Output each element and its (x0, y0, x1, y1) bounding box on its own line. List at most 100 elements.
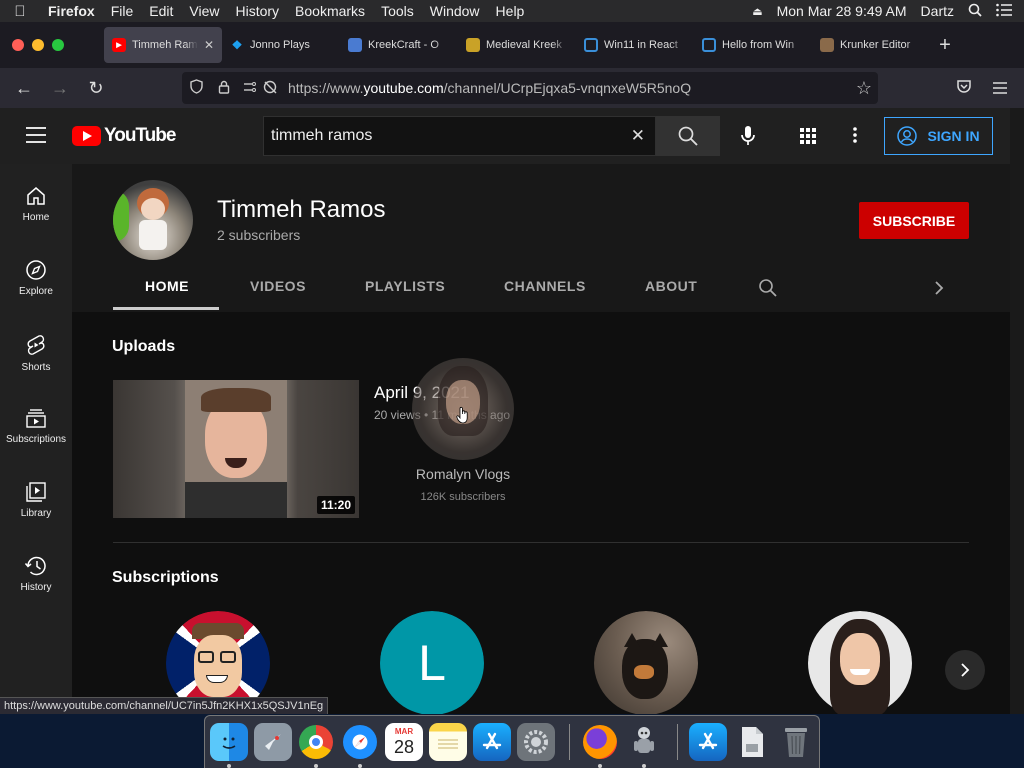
tab-title: Jonno Plays (250, 39, 310, 51)
subscription-avatar-woman[interactable] (808, 611, 912, 714)
menu-help[interactable]: Help (488, 3, 533, 19)
menu-window[interactable]: Window (422, 3, 488, 19)
sidebar-item-subscriptions[interactable]: Subscriptions (0, 408, 72, 445)
clear-search-icon[interactable]: ✕ (631, 126, 645, 146)
back-button[interactable]: ← (6, 78, 42, 99)
sidebar-item-home[interactable]: Home (0, 186, 72, 223)
tab-kreekcraft[interactable]: KreekCraft - O (340, 27, 458, 63)
menu-user[interactable]: Dartz (921, 3, 954, 19)
hover-channel-card[interactable]: Romalyn Vlogs 126K subscribers (400, 356, 526, 508)
tab-home[interactable]: HOME (145, 278, 189, 294)
reload-button[interactable]: ↻ (78, 78, 114, 99)
youtube-play-icon (72, 126, 101, 146)
safari-icon[interactable] (341, 723, 379, 761)
subscription-avatar-cat[interactable] (594, 611, 698, 714)
shield-icon[interactable] (182, 79, 210, 97)
new-tab-button[interactable]: + (930, 34, 960, 57)
subscribe-button[interactable]: SUBSCRIBE (859, 202, 969, 239)
tab-timmeh-ramos[interactable]: ▶ Timmeh Ramos - YouTube ✕ (104, 27, 222, 63)
tabs-scroll-right-icon[interactable] (934, 280, 944, 301)
notes-icon[interactable] (429, 723, 467, 761)
tab-playlists[interactable]: PLAYLISTS (365, 278, 445, 294)
subscriptions-next-button[interactable] (945, 650, 985, 690)
settings-more-icon[interactable] (853, 127, 857, 148)
permissions-icon[interactable] (238, 80, 284, 97)
window-controls (0, 39, 104, 51)
eject-icon[interactable]: ⏏ (752, 5, 762, 18)
close-tab-icon[interactable]: ✕ (204, 38, 214, 52)
calendar-icon[interactable]: MAR 28 (385, 723, 423, 761)
url-text[interactable]: https://www.youtube.com/channel/UCrpEjqx… (288, 80, 691, 96)
menu-clock[interactable]: Mon Mar 28 9:49 AM (777, 3, 907, 19)
firefox-icon[interactable] (581, 723, 619, 761)
app-store-icon[interactable] (473, 723, 511, 761)
chrome-icon[interactable] (297, 723, 335, 761)
lock-icon[interactable] (210, 80, 238, 97)
channel-avatar[interactable] (113, 180, 193, 260)
tab-jonno-plays[interactable]: ❖ Jonno Plays (222, 27, 340, 63)
search-input[interactable]: timmeh ramos (264, 127, 372, 145)
menu-view[interactable]: View (181, 3, 227, 19)
hamburger-menu-icon[interactable] (982, 78, 1018, 99)
sidebar-item-library[interactable]: Library (0, 482, 72, 519)
sidebar-item-explore[interactable]: Explore (0, 260, 72, 297)
youtube-icon: ▶ (112, 38, 126, 52)
section-divider (113, 542, 969, 543)
youtube-logo[interactable]: YouTube (72, 125, 176, 147)
sign-in-button[interactable]: SIGN IN (884, 117, 993, 155)
spotlight-search-icon[interactable] (968, 3, 982, 20)
apple-menu-icon[interactable]:  (0, 3, 40, 20)
channel-search-icon[interactable] (759, 279, 777, 302)
tab-krunker-editor[interactable]: Krunker Editor (812, 27, 930, 63)
downloads-folder-icon[interactable] (733, 723, 771, 761)
tab-about[interactable]: ABOUT (645, 278, 697, 294)
address-bar[interactable]: https://www.youtube.com/channel/UCrpEjqx… (182, 72, 878, 104)
tab-win11-react[interactable]: Win11 in React (576, 27, 694, 63)
trash-icon[interactable] (777, 723, 815, 761)
minimize-window-button[interactable] (32, 39, 44, 51)
video-thumbnail[interactable]: 11:20 (113, 380, 359, 518)
forward-button[interactable]: → (42, 78, 78, 99)
running-indicator (598, 764, 602, 768)
tab-videos[interactable]: VIDEOS (250, 278, 306, 294)
sidebar-label: History (20, 582, 52, 593)
menu-bookmarks[interactable]: Bookmarks (287, 3, 373, 19)
zoom-window-button[interactable] (52, 39, 64, 51)
subscriptions-heading[interactable]: Subscriptions (112, 569, 219, 587)
app-store-downloads-icon[interactable] (689, 723, 727, 761)
search-button[interactable] (656, 116, 720, 156)
launchpad-icon[interactable] (254, 723, 292, 761)
tab-channels[interactable]: CHANNELS (504, 278, 586, 294)
sidebar-item-shorts[interactable]: Shorts (0, 334, 72, 373)
finder-icon[interactable] (210, 723, 248, 761)
sidebar-item-history[interactable]: History (0, 556, 72, 593)
close-window-button[interactable] (12, 39, 24, 51)
uploads-heading[interactable]: Uploads (112, 338, 175, 356)
menu-app-name[interactable]: Firefox (40, 3, 103, 19)
browser-tab-bar: ▶ Timmeh Ramos - YouTube ✕ ❖ Jonno Plays… (0, 22, 1024, 68)
microphone-icon[interactable] (740, 126, 756, 151)
menu-edit[interactable]: Edit (141, 3, 181, 19)
automator-icon[interactable] (625, 723, 663, 761)
subscription-avatar-letter[interactable]: L (380, 611, 484, 714)
tab-title: KreekCraft - O (368, 39, 439, 51)
tab-medieval-kreek[interactable]: Medieval Kreek (458, 27, 576, 63)
twitter-icon: ❖ (231, 38, 243, 52)
apps-grid-icon[interactable] (800, 128, 816, 149)
search-box[interactable]: timmeh ramos ✕ (263, 116, 656, 156)
pocket-icon[interactable] (946, 79, 982, 97)
system-preferences-icon[interactable] (517, 723, 555, 761)
tab-title: Win11 in React (604, 39, 678, 51)
guide-menu-icon[interactable] (26, 127, 46, 148)
tab-title: Krunker Editor (840, 39, 911, 51)
bookmark-star-icon[interactable]: ☆ (850, 78, 878, 99)
menu-tools[interactable]: Tools (373, 3, 422, 19)
running-indicator (358, 764, 362, 768)
channel-subscriber-count: 2 subscribers (217, 227, 301, 243)
page-scrollbar[interactable] (1010, 108, 1024, 714)
history-icon (25, 556, 46, 576)
menu-file[interactable]: File (103, 3, 142, 19)
tab-hello-from-win[interactable]: Hello from Win (694, 27, 812, 63)
control-center-icon[interactable] (996, 3, 1012, 20)
menu-history[interactable]: History (227, 3, 287, 19)
